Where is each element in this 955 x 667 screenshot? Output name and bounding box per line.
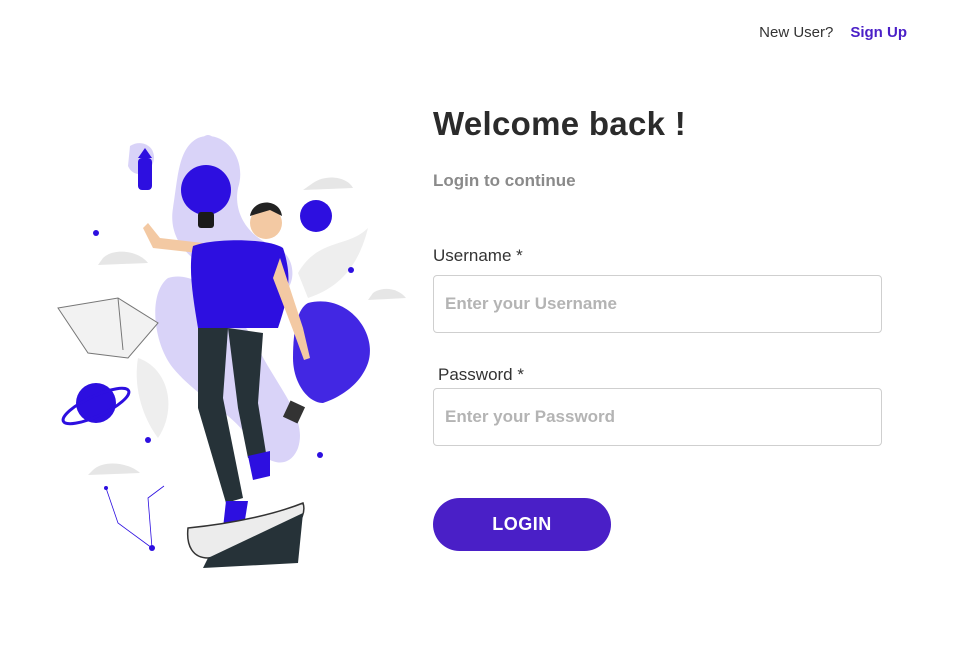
- required-marker: *: [516, 246, 523, 265]
- login-button[interactable]: LOGIN: [433, 498, 611, 551]
- sign-up-link[interactable]: Sign Up: [850, 24, 907, 41]
- required-marker: *: [517, 365, 524, 384]
- password-label: Password *: [438, 365, 524, 384]
- new-user-text: New User?: [759, 24, 834, 41]
- page-title: Welcome back !: [433, 105, 687, 142]
- header-bar: New User? Sign Up: [759, 24, 907, 41]
- username-label: Username *: [433, 246, 523, 265]
- username-input[interactable]: [433, 275, 882, 333]
- page-subtitle: Login to continue: [433, 171, 576, 190]
- man-juggling-ideas-illustration: [57, 135, 406, 568]
- password-input[interactable]: [433, 388, 882, 446]
- login-form: Welcome back ! Login to continue Usernam…: [433, 105, 883, 551]
